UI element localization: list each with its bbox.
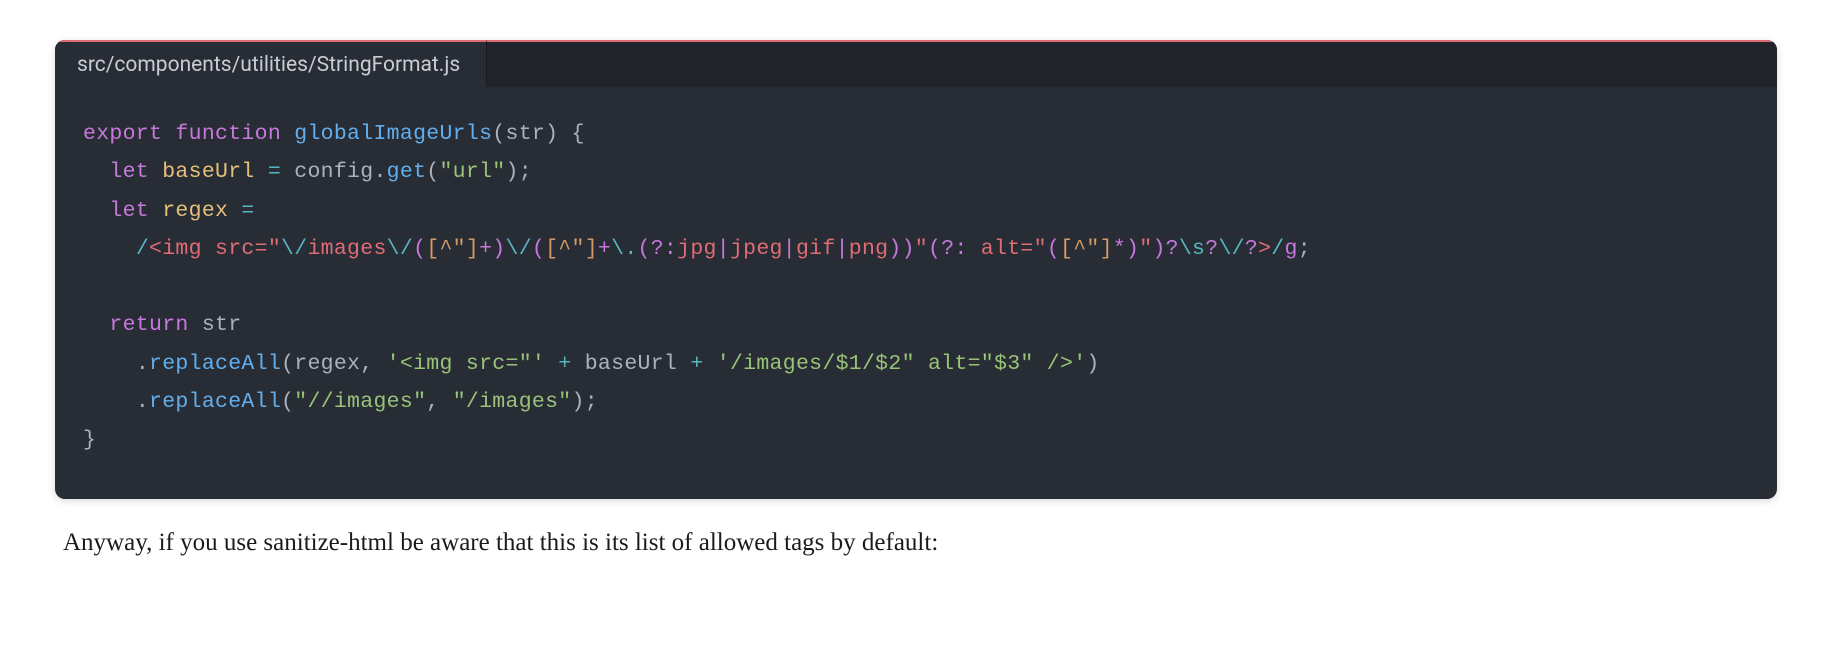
code-content[interactable]: export function globalImageUrls(str) { l… xyxy=(55,87,1777,499)
code-line-2: let baseUrl = config.get("url"); xyxy=(83,160,532,184)
code-line-7: .replaceAll(regex, '<img src="' + baseUr… xyxy=(83,352,1100,376)
article-body-text: Anyway, if you use sanitize-html be awar… xyxy=(55,529,1777,557)
code-line-8: .replaceAll("//images", "/images"); xyxy=(83,390,598,414)
code-line-1: export function globalImageUrls(str) { xyxy=(83,122,585,146)
file-tab-label: src/components/utilities/StringFormat.js xyxy=(77,53,460,77)
code-line-4: /<img src="\/images\/([^"]+)\/([^"]+\.(?… xyxy=(83,237,1311,261)
code-line-6: return str xyxy=(83,313,241,337)
file-tab[interactable]: src/components/utilities/StringFormat.js xyxy=(55,40,487,87)
code-editor-window: src/components/utilities/StringFormat.js… xyxy=(55,40,1777,499)
code-line-3: let regex = xyxy=(83,199,255,223)
code-line-9: } xyxy=(83,428,96,452)
tab-bar: src/components/utilities/StringFormat.js xyxy=(55,40,1777,87)
